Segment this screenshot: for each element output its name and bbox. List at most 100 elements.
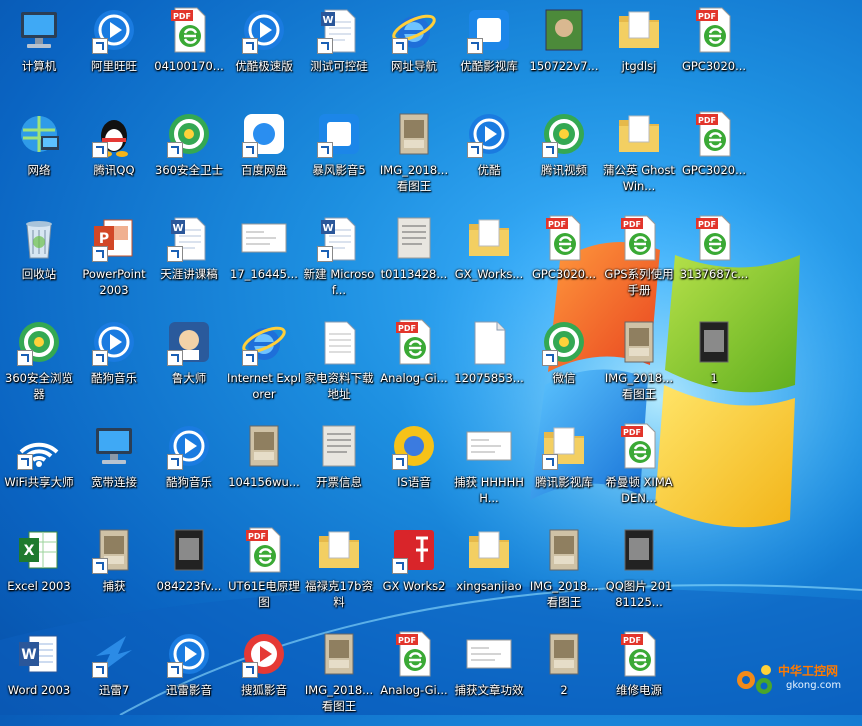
desktop-icon[interactable]: Internet Explorer — [227, 314, 301, 414]
shortcut-arrow-icon — [92, 142, 108, 158]
desktop-icon[interactable]: PDF UT61E电原理图 — [227, 522, 301, 622]
desktop-icon[interactable]: 优酷极速版 — [227, 2, 301, 102]
desktop-icon[interactable]: IMG_2018... 看图王 — [527, 522, 601, 622]
desktop-icon[interactable]: IMG_2018... 看图王 — [377, 106, 451, 206]
desktop-icon-label: 腾讯QQ — [93, 163, 135, 177]
desktop-icon[interactable]: IMG_2018... 看图王 — [602, 314, 676, 414]
desktop-icon-label: 微信 — [552, 371, 576, 385]
desktop-icon[interactable]: PDF Analog-Gi... — [377, 626, 451, 726]
desktop-icon[interactable]: 网络 — [2, 106, 76, 206]
desktop-icon[interactable]: QQ图片 20181125... — [602, 522, 676, 622]
desktop-icon-label: 优酷极速版 — [235, 59, 293, 73]
desktop-icon[interactable]: IMG_2018... 看图王 — [302, 626, 376, 726]
desktop-icon[interactable]: 腾讯QQ — [77, 106, 151, 206]
desktop-icon[interactable]: 腾讯影视库 — [527, 418, 601, 518]
word-doc-icon: W — [315, 214, 363, 262]
desktop-icon[interactable]: t0113428... — [377, 210, 451, 310]
desktop-icon-label: 捕获文章功效 — [454, 683, 524, 697]
word-doc-icon: W — [165, 214, 213, 262]
desktop-icon[interactable]: PDF GPC3020... — [527, 210, 601, 310]
desktop-icon[interactable]: 17_16445... — [227, 210, 301, 310]
desktop-icon-label: UT61E电原理图 — [228, 579, 300, 609]
desktop-icon[interactable]: 优酷影视库 — [452, 2, 526, 102]
desktop-icon[interactable]: 150722v7... — [527, 2, 601, 102]
desktop-icon[interactable]: 阿里旺旺 — [77, 2, 151, 102]
desktop-icon[interactable]: 迅雷7 — [77, 626, 151, 726]
desktop-icon[interactable]: 酷狗音乐 — [152, 418, 226, 518]
desktop-icon[interactable]: WiFi共享大师 — [2, 418, 76, 518]
desktop-icon[interactable]: GX_Works... — [452, 210, 526, 310]
desktop-icon[interactable]: 捕获 — [77, 522, 151, 622]
desktop-icon-label: GPC3020... — [531, 267, 597, 281]
word-icon: W — [15, 630, 63, 678]
desktop-icon[interactable]: PDF GPC3020... — [677, 106, 751, 206]
desktop-icon[interactable]: 百度网盘 — [227, 106, 301, 206]
desktop-icon[interactable]: 12075853... — [452, 314, 526, 414]
pdf-icon: PDF — [390, 318, 438, 366]
shortcut-arrow-icon — [542, 350, 558, 366]
desktop-icon[interactable]: 迅雷影音 — [152, 626, 226, 726]
desktop-icon[interactable]: xingsanjiao — [452, 522, 526, 622]
desktop-icon[interactable]: PDF 希曼顿 XIMADEN... — [602, 418, 676, 518]
desktop-icon[interactable]: 开票信息 — [302, 418, 376, 518]
security-360-icon — [165, 110, 213, 158]
desktop-icon[interactable]: W 天涯讲课稿 — [152, 210, 226, 310]
desktop-icon-label: 网络 — [27, 163, 51, 177]
folder-icon — [465, 214, 513, 262]
ludashi-icon — [165, 318, 213, 366]
desktop-icon[interactable]: 鲁大师 — [152, 314, 226, 414]
desktop-icon[interactable]: 084223fv... — [152, 522, 226, 622]
image-icon — [90, 526, 138, 574]
desktop-icon[interactable]: 捕获 HHHHHH... — [452, 418, 526, 518]
desktop-icon[interactable]: W 新建 Microsof... — [302, 210, 376, 310]
desktop-icon[interactable]: 捕获文章功效 — [452, 626, 526, 726]
desktop-icon[interactable]: PDF 维修电源 — [602, 626, 676, 726]
desktop-icon-label: 开票信息 — [316, 475, 362, 489]
shortcut-arrow-icon — [17, 350, 33, 366]
desktop-icon[interactable]: PDF 04100170... — [152, 2, 226, 102]
desktop-icon-label: GX_Works... — [454, 267, 524, 281]
desktop-icon[interactable]: 优酷 — [452, 106, 526, 206]
desktop-icon[interactable]: PDF GPS系列使用手册 — [602, 210, 676, 310]
desktop-icon[interactable]: jtgdlsj — [602, 2, 676, 102]
desktop-icon[interactable]: 宽带连接 — [77, 418, 151, 518]
desktop-icon[interactable]: 1 — [677, 314, 751, 414]
shortcut-arrow-icon — [167, 662, 183, 678]
desktop-icon[interactable]: 搜狐影音 — [227, 626, 301, 726]
desktop-icon-label: 酷狗音乐 — [166, 475, 212, 489]
desktop-icon[interactable]: 网址导航 — [377, 2, 451, 102]
desktop-icon[interactable]: IS语音 — [377, 418, 451, 518]
shortcut-arrow-icon — [242, 662, 258, 678]
shortcut-arrow-icon — [242, 142, 258, 158]
computer-icon — [15, 6, 63, 54]
desktop-icon[interactable]: 104156wu... — [227, 418, 301, 518]
desktop-icon-label: 维修电源 — [616, 683, 662, 697]
desktop-icon[interactable]: W 测试可控硅 — [302, 2, 376, 102]
desktop-icon[interactable]: PDF 3137687c... — [677, 210, 751, 310]
image-icon — [615, 318, 663, 366]
desktop-icon[interactable]: 360安全卫士 — [152, 106, 226, 206]
desktop-icon[interactable]: PDF GPC3020... — [677, 2, 751, 102]
desktop-icon[interactable]: 家电资料下载地址 — [302, 314, 376, 414]
desktop-icon[interactable]: W Word 2003 — [2, 626, 76, 726]
svg-text:X: X — [24, 543, 35, 559]
desktop-icon[interactable]: 2 — [527, 626, 601, 726]
desktop-icon[interactable]: 360安全浏览器 — [2, 314, 76, 414]
desktop-icon[interactable]: 酷狗音乐 — [77, 314, 151, 414]
pdf-icon: PDF — [540, 214, 588, 262]
desktop-icon[interactable]: 蒲公英 Ghost Win... — [602, 106, 676, 206]
desktop-icon[interactable]: 计算机 — [2, 2, 76, 102]
desktop-icon[interactable]: X Excel 2003 — [2, 522, 76, 622]
is-voice-icon — [390, 422, 438, 470]
desktop-icon-label: 360安全卫士 — [155, 163, 223, 177]
desktop-icon[interactable]: 暴风影音5 — [302, 106, 376, 206]
shortcut-arrow-icon — [467, 38, 483, 54]
desktop-icon[interactable]: 微信 — [527, 314, 601, 414]
image-icon — [315, 630, 363, 678]
desktop-icon[interactable]: P PowerPoint 2003 — [77, 210, 151, 310]
desktop-icon[interactable]: 福禄克17b资料 — [302, 522, 376, 622]
desktop-icon[interactable]: GX Works2 — [377, 522, 451, 622]
desktop-icon[interactable]: 腾讯视频 — [527, 106, 601, 206]
desktop-icon[interactable]: 回收站 — [2, 210, 76, 310]
desktop-icon[interactable]: PDF Analog-Gi... — [377, 314, 451, 414]
